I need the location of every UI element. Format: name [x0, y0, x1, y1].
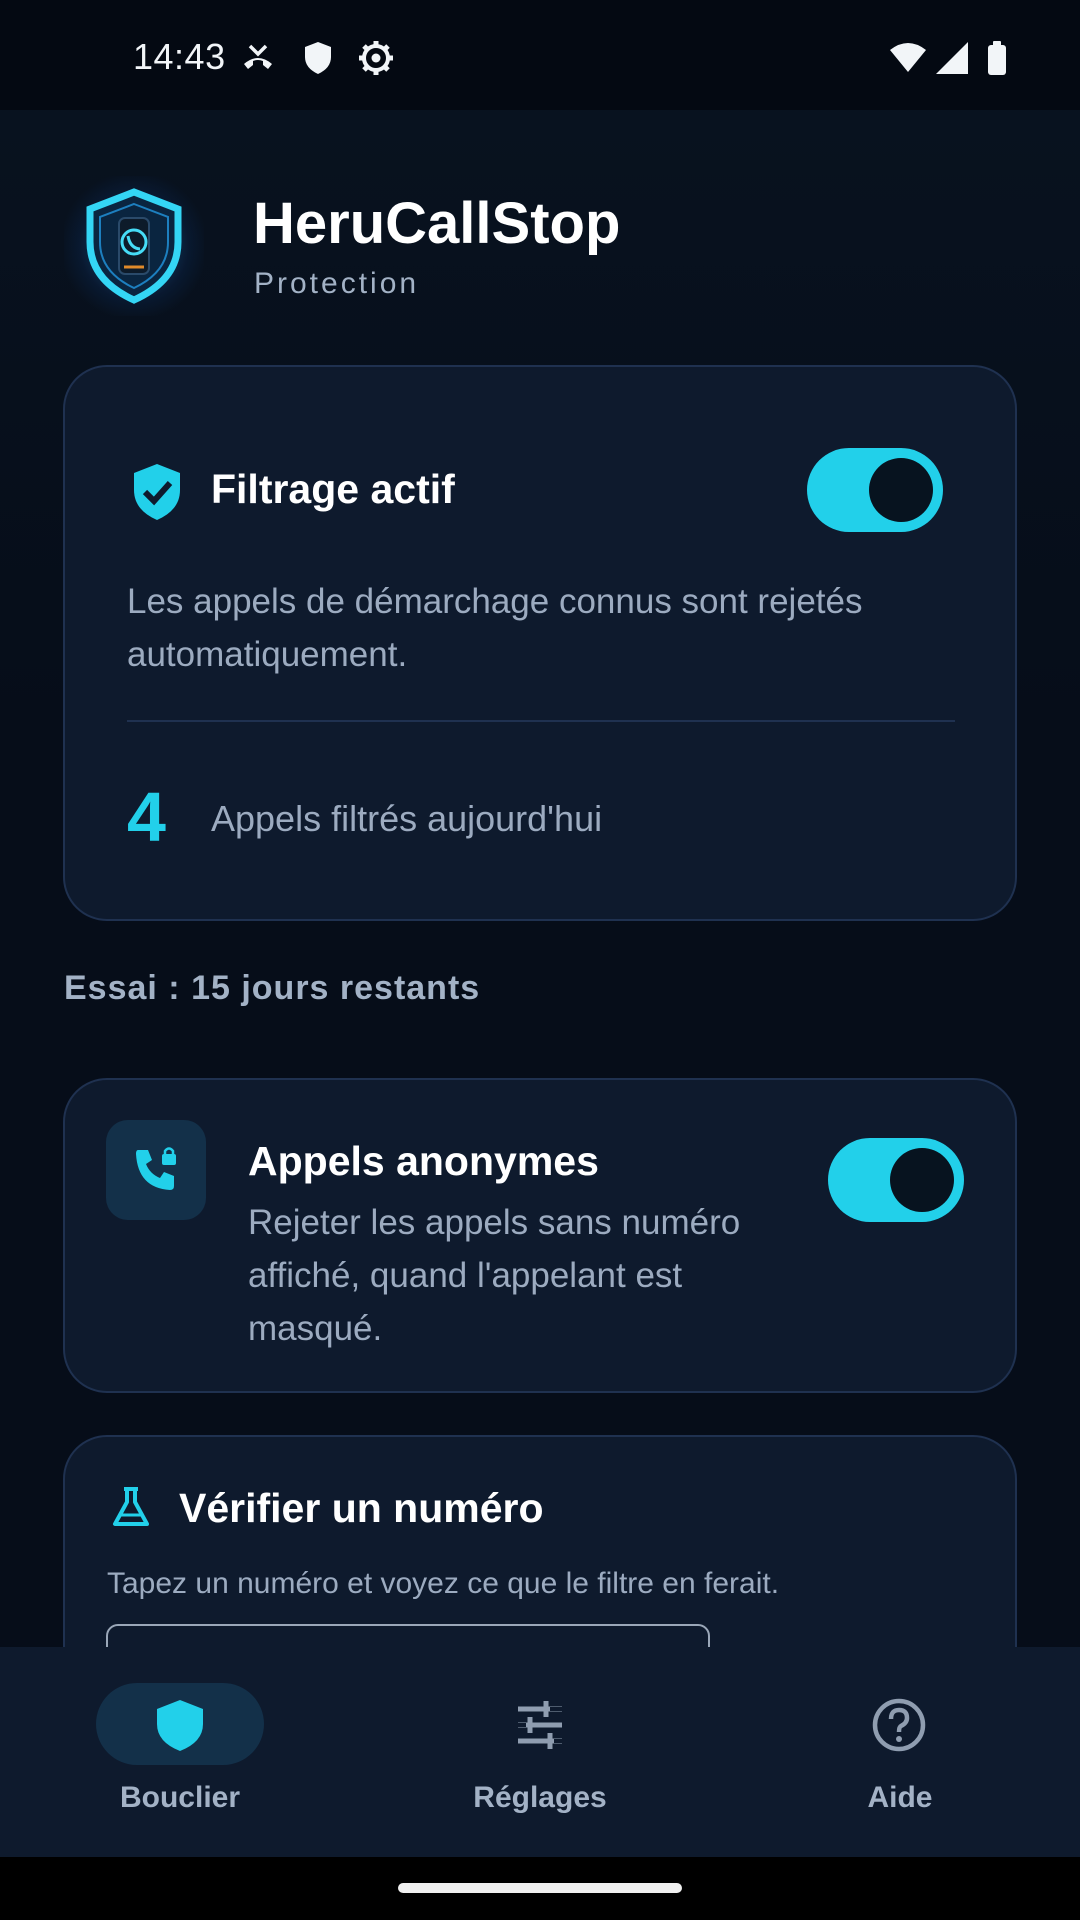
filter-description: Les appels de démarchage connus sont rej… — [127, 582, 863, 674]
app-subtitle: Protection — [254, 267, 420, 300]
wifi-icon — [890, 43, 926, 72]
verify-number-card: Vérifier un numéro Tapez un numéro et vo… — [63, 1435, 1017, 1647]
filter-title: Filtrage actif — [211, 466, 455, 512]
battery-icon — [988, 41, 1006, 75]
nav-label-aide: Aide — [867, 1781, 933, 1814]
filter-card: Filtrage actif Les appels de démarchage … — [63, 365, 1017, 921]
app-title: HeruCallStop — [253, 191, 621, 256]
phone-number-input[interactable] — [106, 1624, 710, 1647]
main-content[interactable]: HeruCallStop Protection Filtrage actif L… — [0, 110, 1080, 1647]
filtered-count-label: Appels filtrés aujourd'hui — [211, 798, 603, 839]
bottom-navigation: Bouclier Réglages Aide — [0, 1647, 1080, 1857]
toggle-knob — [869, 458, 933, 522]
flask-icon — [113, 1487, 149, 1526]
settings-gear-icon — [359, 41, 393, 75]
divider — [127, 720, 955, 722]
help-icon — [872, 1698, 926, 1752]
nav-label-reglages: Réglages — [473, 1781, 607, 1814]
anonymous-calls-title: Appels anonymes — [248, 1138, 599, 1184]
anonymous-calls-toggle[interactable] — [828, 1138, 964, 1222]
gesture-bar — [0, 1857, 1080, 1920]
anonymous-calls-card: Appels anonymes Rejeter les appels sans … — [63, 1078, 1017, 1393]
verify-number-description: Tapez un numéro et voyez ce que le filtr… — [107, 1567, 780, 1600]
status-bar: 14:43 — [0, 0, 1080, 110]
toggle-knob — [890, 1148, 954, 1212]
phone-lock-icon — [136, 1147, 176, 1190]
shield-icon — [157, 1700, 203, 1751]
nav-label-bouclier: Bouclier — [119, 1781, 241, 1814]
filter-toggle[interactable] — [807, 448, 943, 532]
anonymous-calls-description: Rejeter les appels sans numéro affiché, … — [248, 1203, 741, 1348]
home-gesture-handle[interactable] — [398, 1883, 682, 1893]
trial-status: Essai : 15 jours restants — [64, 969, 481, 1007]
shield-phone-logo-icon — [86, 188, 182, 304]
status-time: 14:43 — [133, 36, 226, 77]
call-end-icon — [244, 44, 272, 69]
shield-check-icon — [134, 464, 180, 520]
cell-signal-icon — [936, 42, 968, 74]
verify-number-title: Vérifier un numéro — [179, 1485, 544, 1531]
shield-status-icon — [305, 42, 331, 74]
tune-icon — [518, 1701, 562, 1749]
app-logo — [64, 176, 204, 316]
phone-lock-icon-tile — [106, 1120, 206, 1220]
filtered-count: 4 — [127, 778, 166, 856]
